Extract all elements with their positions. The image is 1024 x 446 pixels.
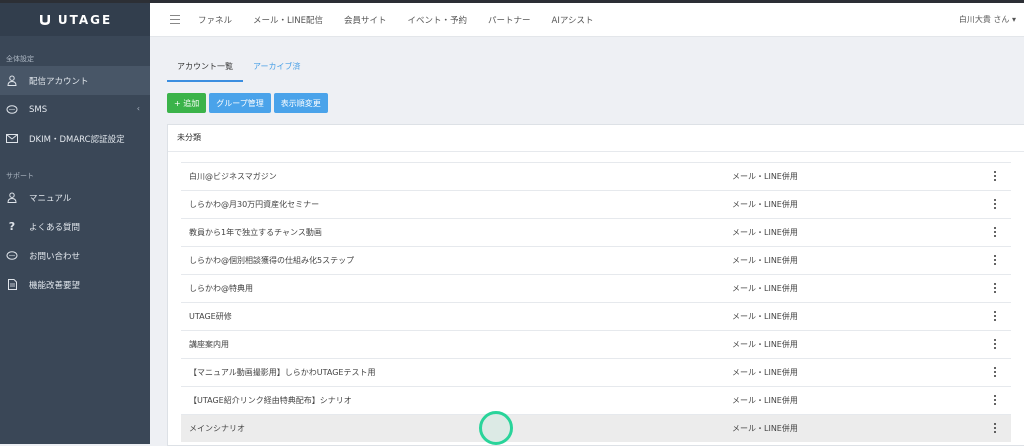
- chevron-left-icon: ‹: [136, 104, 140, 113]
- account-type: メール・LINE併用: [732, 228, 798, 237]
- sidebar: UTAGE 全体設定 配信アカウント SMS ‹ DKIM・DMARC認証設定 …: [0, 3, 150, 444]
- table-row[interactable]: 教員から1年で独立するチャンス動画 メール・LINE併用: [181, 218, 1011, 246]
- brand-name: UTAGE: [57, 12, 113, 27]
- add-button[interactable]: + 追加: [167, 93, 207, 113]
- sidebar-item-manual[interactable]: マニュアル: [0, 183, 150, 212]
- kebab-menu-icon[interactable]: [994, 171, 997, 181]
- account-name[interactable]: メインシナリオ: [189, 423, 245, 434]
- kebab-menu-icon[interactable]: [994, 395, 997, 405]
- table-row[interactable]: しらかわ@特典用 メール・LINE併用: [181, 274, 1011, 302]
- kebab-menu-icon[interactable]: [994, 339, 997, 349]
- account-type: メール・LINE併用: [732, 172, 798, 181]
- kebab-menu-icon[interactable]: [994, 283, 997, 293]
- kebab-menu-icon[interactable]: [994, 199, 997, 209]
- sidebar-item-label: DKIM・DMARC認証設定: [29, 134, 125, 145]
- sidebar-item-feature-request[interactable]: 機能改善要望: [0, 270, 150, 299]
- table-row[interactable]: メインシナリオ メール・LINE併用: [181, 414, 1011, 442]
- user-icon: [6, 192, 18, 204]
- panel-title: 未分類: [168, 125, 1024, 152]
- kebab-menu-icon[interactable]: [994, 423, 997, 433]
- account-name[interactable]: 【マニュアル動画撮影用】しらかわUTAGEテスト用: [189, 367, 375, 378]
- chat-icon: [6, 104, 18, 116]
- sidebar-item-faq[interactable]: ? よくある質問: [0, 212, 150, 241]
- sidebar-item-label: SMS: [29, 104, 48, 115]
- toolbar: + 追加 グループ管理 表示順変更: [167, 93, 328, 113]
- table-row[interactable]: しらかわ@月30万円資産化セミナー メール・LINE併用: [181, 190, 1011, 218]
- account-panel: 未分類 白川@ビジネスマガジン メール・LINE併用 しらかわ@月30万円資産化…: [167, 124, 1024, 446]
- sidebar-item-label: よくある質問: [29, 222, 81, 233]
- account-type: メール・LINE併用: [732, 424, 798, 433]
- account-name[interactable]: 【UTAGE紹介リンク経由特典配布】シナリオ: [189, 395, 352, 406]
- sidebar-item-label: 配信アカウント: [29, 76, 89, 87]
- nav-member-site[interactable]: 会員サイト: [344, 14, 387, 26]
- account-type: メール・LINE併用: [732, 284, 798, 293]
- top-header: ファネル メール・LINE配信 会員サイト イベント・予約 パートナー AIアシ…: [150, 3, 1024, 37]
- group-manage-button[interactable]: グループ管理: [209, 93, 271, 113]
- nav-partner[interactable]: パートナー: [488, 14, 531, 26]
- kebab-menu-icon[interactable]: [994, 311, 997, 321]
- tab-archived[interactable]: アーカイブ済: [243, 57, 311, 82]
- logo[interactable]: UTAGE: [0, 3, 150, 36]
- account-name[interactable]: しらかわ@特典用: [189, 283, 253, 294]
- sidebar-item-label: マニュアル: [29, 193, 72, 204]
- account-name[interactable]: しらかわ@月30万円資産化セミナー: [189, 199, 319, 210]
- account-type: メール・LINE併用: [732, 200, 798, 209]
- document-icon: [6, 279, 18, 291]
- account-name[interactable]: 白川@ビジネスマガジン: [189, 171, 277, 182]
- account-name[interactable]: UTAGE研修: [189, 311, 232, 322]
- user-menu[interactable]: 白川大貴 さん ▾: [959, 14, 1016, 25]
- account-type: メール・LINE併用: [732, 396, 798, 405]
- chat-icon: [6, 250, 18, 262]
- account-name[interactable]: 講座案内用: [189, 339, 229, 350]
- account-list: 白川@ビジネスマガジン メール・LINE併用 しらかわ@月30万円資産化セミナー…: [181, 162, 1011, 442]
- hamburger-menu-icon[interactable]: [170, 15, 180, 24]
- sidebar-item-sms[interactable]: SMS ‹: [0, 95, 150, 124]
- kebab-menu-icon[interactable]: [994, 227, 997, 237]
- cursor-highlight: [479, 411, 513, 445]
- table-row[interactable]: 講座案内用 メール・LINE併用: [181, 330, 1011, 358]
- account-type: メール・LINE併用: [732, 312, 798, 321]
- tab-bar: アカウント一覧 アーカイブ済: [167, 57, 311, 82]
- account-name[interactable]: しらかわ@個別相談獲得の仕組み化5ステップ: [189, 255, 354, 266]
- nav-event-booking[interactable]: イベント・予約: [408, 14, 468, 26]
- nav-ai-assist[interactable]: AIアシスト: [552, 14, 594, 26]
- table-row[interactable]: UTAGE研修 メール・LINE併用: [181, 302, 1011, 330]
- account-type: メール・LINE併用: [732, 368, 798, 377]
- main-content: アカウント一覧 アーカイブ済 + 追加 グループ管理 表示順変更 未分類 白川@…: [150, 37, 1024, 446]
- question-icon: ?: [8, 220, 16, 233]
- sidebar-item-label: 機能改善要望: [29, 280, 81, 291]
- account-type: メール・LINE併用: [732, 256, 798, 265]
- nav-mail-line[interactable]: メール・LINE配信: [253, 14, 323, 26]
- sidebar-item-contact[interactable]: お問い合わせ: [0, 241, 150, 270]
- section-label-general: 全体設定: [6, 55, 34, 63]
- sidebar-item-dkim-dmarc[interactable]: DKIM・DMARC認証設定: [0, 124, 150, 153]
- section-label-support: サポート: [6, 172, 34, 180]
- nav-funnel[interactable]: ファネル: [198, 14, 232, 26]
- table-row[interactable]: しらかわ@個別相談獲得の仕組み化5ステップ メール・LINE併用: [181, 246, 1011, 274]
- kebab-menu-icon[interactable]: [994, 367, 997, 377]
- mail-icon: [6, 133, 18, 145]
- user-icon: [6, 75, 18, 87]
- table-row[interactable]: 白川@ビジネスマガジン メール・LINE併用: [181, 162, 1011, 190]
- tab-account-list[interactable]: アカウント一覧: [167, 57, 243, 82]
- account-type: メール・LINE併用: [732, 340, 798, 349]
- table-row[interactable]: 【UTAGE紹介リンク経由特典配布】シナリオ メール・LINE併用: [181, 386, 1011, 414]
- change-order-button[interactable]: 表示順変更: [273, 93, 328, 113]
- sidebar-item-label: お問い合わせ: [29, 251, 81, 262]
- account-name[interactable]: 教員から1年で独立するチャンス動画: [189, 227, 322, 238]
- utage-logo-icon: [39, 14, 50, 25]
- table-row[interactable]: 【マニュアル動画撮影用】しらかわUTAGEテスト用 メール・LINE併用: [181, 358, 1011, 386]
- sidebar-item-delivery-account[interactable]: 配信アカウント: [0, 66, 150, 95]
- kebab-menu-icon[interactable]: [994, 255, 997, 265]
